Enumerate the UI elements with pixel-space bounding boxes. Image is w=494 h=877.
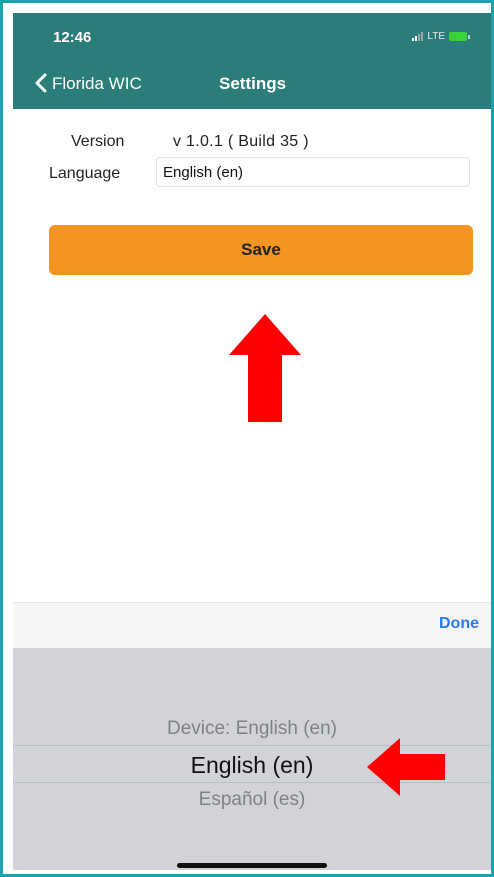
back-button[interactable]: Florida WIC <box>52 74 142 94</box>
home-indicator[interactable] <box>177 863 327 868</box>
status-indicators: LTE <box>412 31 470 42</box>
signal-strength-icon <box>412 32 424 41</box>
language-field[interactable] <box>156 157 470 187</box>
language-picker[interactable]: Device: English (en) English (en) Españo… <box>13 648 491 870</box>
navigation-bar: Florida WIC Settings <box>13 59 491 109</box>
done-button[interactable]: Done <box>439 615 479 633</box>
version-label: Version <box>71 133 125 150</box>
network-type: LTE <box>427 31 445 42</box>
chevron-left-icon[interactable] <box>35 73 47 93</box>
phone-frame: 12:46 LTE Florida WIC Settings Version v… <box>0 0 494 877</box>
page-title: Settings <box>219 74 287 93</box>
picker-toolbar: Done <box>13 602 491 649</box>
language-label: Language <box>49 165 121 182</box>
save-button[interactable]: Save <box>49 225 473 275</box>
version-value: v 1.0.1 ( Build 35 ) <box>173 133 309 150</box>
red-arrow-left-icon <box>367 738 445 796</box>
settings-content: Version v 1.0.1 ( Build 35 ) Language Sa… <box>13 109 491 602</box>
status-time: 12:46 <box>53 29 92 46</box>
status-bar: 12:46 LTE <box>13 13 491 59</box>
battery-charging-icon <box>449 32 470 41</box>
red-arrow-up-icon <box>229 314 301 422</box>
